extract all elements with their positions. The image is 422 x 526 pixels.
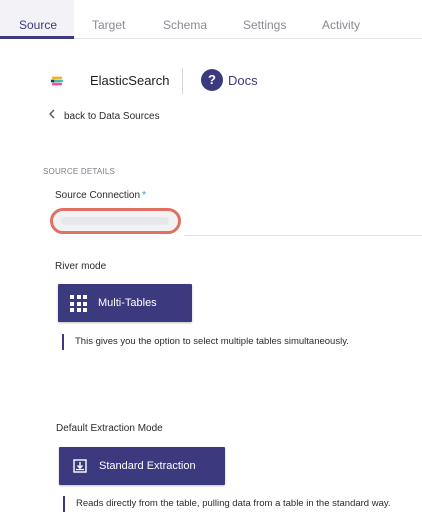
download-tray-icon	[73, 459, 87, 473]
source-connection-label-text: Source Connection	[55, 190, 141, 201]
extraction-mode-description: Reads directly from the table, pulling d…	[63, 496, 391, 512]
back-to-data-sources-link[interactable]: back to Data Sources	[48, 109, 160, 122]
standard-extraction-button[interactable]: Standard Extraction	[59, 447, 225, 485]
tab-settings[interactable]: Settings	[243, 0, 286, 39]
source-connection-value	[61, 217, 169, 225]
tab-activity[interactable]: Activity	[322, 0, 360, 39]
river-mode-label: River mode	[55, 261, 107, 272]
source-connection-label: Source Connection *	[55, 190, 146, 201]
tab-target[interactable]: Target	[92, 0, 125, 39]
docs-link[interactable]: Docs	[228, 73, 258, 88]
tab-schema[interactable]: Schema	[163, 0, 207, 39]
source-connection-select[interactable]	[50, 208, 181, 234]
tab-bar: Source Target Schema Settings Activity	[0, 0, 422, 39]
source-title: ElasticSearch	[90, 73, 170, 88]
active-tab-indicator	[0, 36, 74, 39]
section-heading: SOURCE DETAILS	[43, 167, 115, 176]
multi-tables-button[interactable]: Multi-Tables	[58, 284, 192, 322]
chevron-left-icon	[48, 109, 58, 122]
field-underline	[184, 235, 422, 236]
back-link-label: back to Data Sources	[64, 111, 160, 122]
extraction-mode-label: Default Extraction Mode	[56, 423, 163, 434]
tab-source[interactable]: Source	[19, 0, 57, 39]
header-divider	[182, 68, 183, 94]
grid-icon	[70, 295, 87, 312]
standard-extraction-button-label: Standard Extraction	[99, 460, 196, 472]
question-mark-icon[interactable]: ?	[201, 69, 223, 91]
river-mode-description: This gives you the option to select mult…	[62, 334, 349, 350]
elasticsearch-logo-icon	[50, 74, 64, 88]
required-marker: *	[142, 190, 146, 201]
multi-tables-button-label: Multi-Tables	[98, 297, 157, 309]
